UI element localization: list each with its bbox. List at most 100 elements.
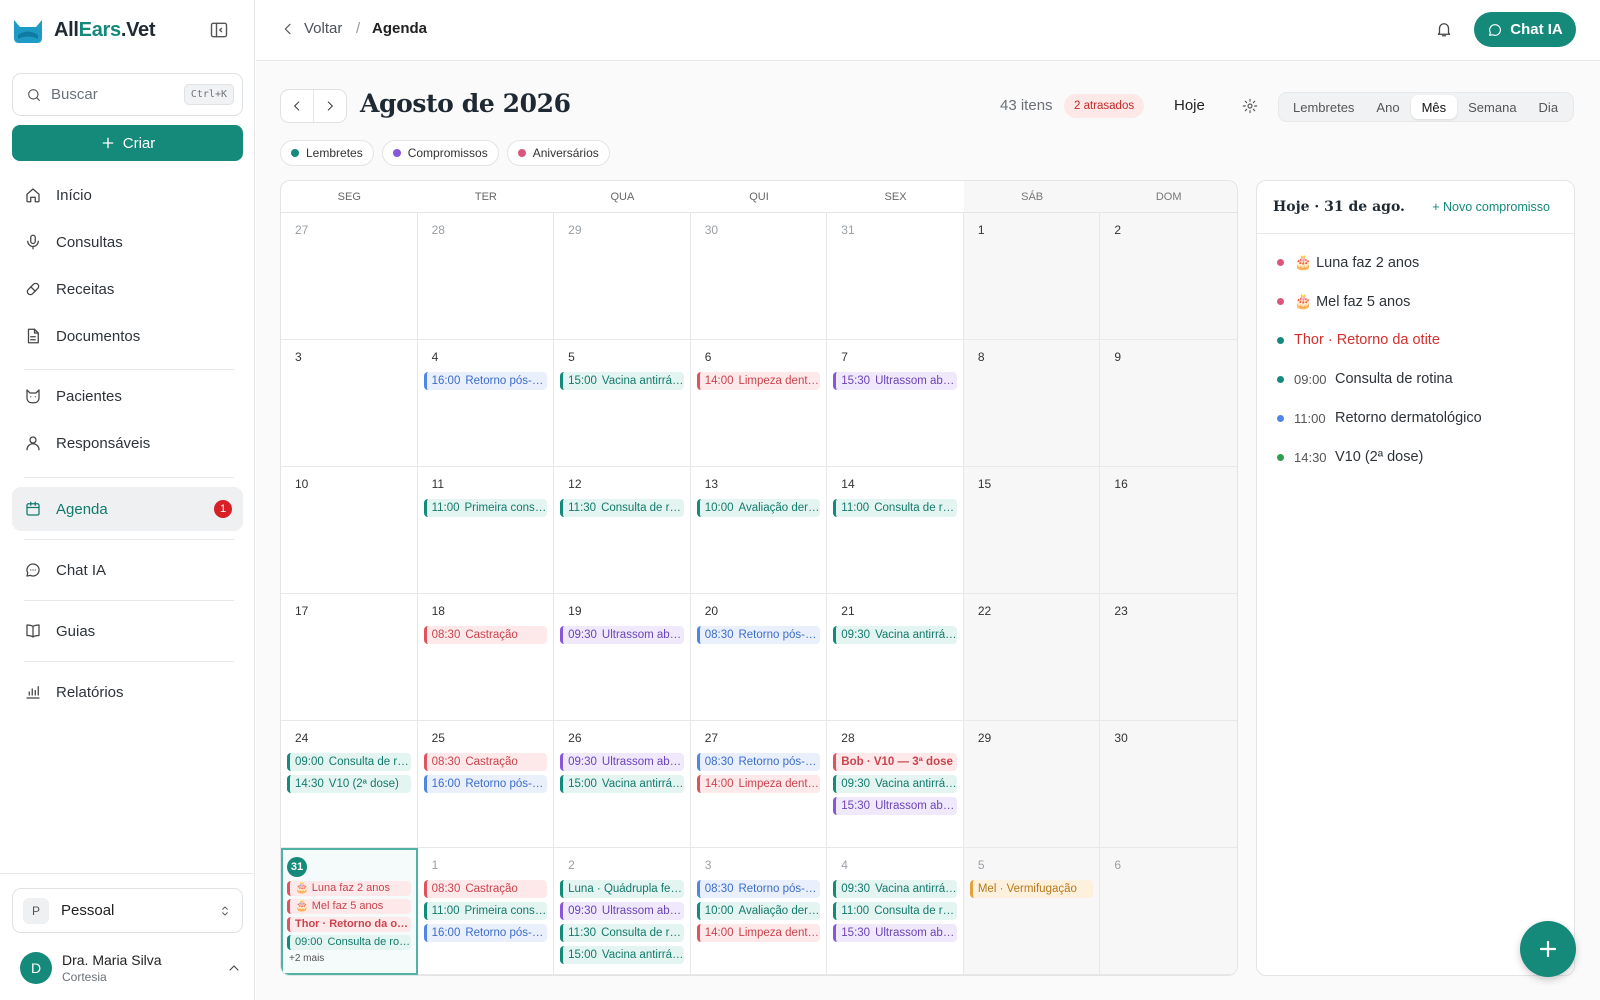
nav-receitas[interactable]: Receitas (12, 267, 243, 311)
calendar-event[interactable]: Thor · Retorno da otite (287, 917, 411, 932)
calendar-event[interactable]: 08:30 Castração (423, 753, 548, 771)
calendar-event[interactable]: 08:30 Retorno pós-cirúrgico (696, 880, 821, 898)
day-cell[interactable]: 14 11:00 Consulta de rotina (827, 467, 964, 594)
day-cell[interactable]: 23 (1100, 594, 1237, 721)
day-cell[interactable]: 11 11:00 Primeira consulta (417, 467, 555, 594)
calendar-event[interactable]: 15:00 Vacina antirrábica (560, 372, 684, 390)
view-tab-ano[interactable]: Ano (1365, 95, 1410, 119)
day-cell[interactable]: 24 09:00 Consulta de rotina 14:30 V10 (2ª do… (281, 721, 418, 848)
calendar-event[interactable]: 09:00 Consulta de rotina (287, 753, 411, 771)
day-cell[interactable]: 15 (963, 467, 1101, 594)
calendar-event[interactable]: 09:00 Consulta de rotina (287, 935, 411, 950)
nav-relatorios[interactable]: Relatórios (12, 670, 243, 714)
calendar-event[interactable]: 11:00 Consulta de rotina (833, 499, 957, 517)
previous-month-button[interactable] (281, 90, 313, 122)
calendar-event[interactable]: 09:30 Ultrassom abdominal (560, 753, 684, 771)
calendar-event[interactable]: 15:30 Ultrassom abdominal (833, 797, 957, 815)
day-cell[interactable]: 26 09:30 Ultrassom abdominal 15:00 Vacina an… (554, 721, 691, 848)
calendar-event[interactable]: 16:00 Retorno pós-cirúrgico (423, 372, 548, 390)
back-button[interactable]: Voltar (280, 20, 342, 37)
next-month-button[interactable] (313, 90, 346, 122)
calendar-event[interactable]: 09:30 Vacina antirrábica (833, 626, 957, 644)
calendar-event[interactable]: Bob · V10 — 3ª dose (833, 753, 957, 771)
calendar-event[interactable]: 08:30 Retorno pós-cirúrgico (696, 753, 821, 771)
calendar-event[interactable]: 09:30 Vacina antirrábica (833, 880, 957, 898)
calendar-event[interactable]: 09:30 Ultrassom abdominal (560, 902, 684, 920)
calendar-event[interactable]: 14:00 Limpeza dentária (696, 775, 821, 793)
calendar-event[interactable]: 14:30 V10 (2ª dose) (287, 775, 411, 793)
create-button[interactable]: Criar (12, 125, 243, 161)
chat-ia-button[interactable]: Chat IA (1474, 12, 1576, 47)
calendar-event[interactable]: 09:30 Vacina antirrábica (833, 775, 957, 793)
day-cell[interactable]: 20 08:30 Retorno pós-cirúrgico (690, 594, 828, 721)
calendar-event[interactable]: 16:00 Retorno pós-cirúrgico (423, 924, 548, 942)
calendar-event[interactable]: 🎂 Mel faz 5 anos (287, 899, 411, 914)
today-button[interactable]: Hoje (1174, 97, 1205, 114)
calendar-event[interactable]: 11:00 Primeira consulta (423, 902, 548, 920)
day-cell[interactable]: 12 11:30 Consulta de rotina (554, 467, 691, 594)
day-cell[interactable]: 25 08:30 Castração 16:00 Retorno pós-cirúrgi… (417, 721, 555, 848)
calendar-event[interactable]: 11:00 Consulta de rotina (833, 902, 957, 920)
calendar-event[interactable]: 15:00 Vacina antirrábica (560, 775, 684, 793)
add-fab-button[interactable] (1520, 921, 1576, 977)
nav-consultas[interactable]: Consultas (12, 220, 243, 264)
today-agenda-item[interactable]: 09:00 Consulta de rotina (1277, 368, 1453, 390)
day-cell[interactable]: 9 (1100, 340, 1237, 467)
workspace-switcher[interactable]: P Pessoal (12, 888, 243, 933)
view-tab-semana[interactable]: Semana (1457, 95, 1527, 119)
nav-documentos[interactable]: Documentos (12, 314, 243, 358)
day-cell[interactable]: 21 09:30 Vacina antirrábica (827, 594, 964, 721)
day-cell[interactable]: 3 08:30 Retorno pós-cirúrgico 10:00 Avaliaçã… (690, 848, 828, 975)
day-cell[interactable]: 30 (1100, 721, 1237, 848)
day-cell[interactable]: 31 🎂 Luna faz 2 anos 🎂 Mel faz 5 anos Thor … (281, 848, 418, 975)
day-cell[interactable]: 29 (554, 213, 691, 340)
new-appointment-link[interactable]: + Novo compromisso (1432, 200, 1550, 214)
overdue-badge[interactable]: 2 atrasados (1064, 94, 1145, 118)
calendar-event[interactable]: 15:00 Vacina antirrábica (560, 946, 684, 964)
day-cell[interactable]: 27 (281, 213, 418, 340)
today-agenda-item[interactable]: 🎂 Mel faz 5 anos (1277, 290, 1410, 312)
today-agenda-item[interactable]: 14:30 V10 (2ª dose) (1277, 446, 1423, 468)
calendar-event[interactable]: 16:00 Retorno pós-cirúrgico (423, 775, 548, 793)
brand[interactable]: AllEars.Vet (12, 16, 156, 44)
today-agenda-item[interactable]: 11:00 Retorno dermatológico (1277, 407, 1482, 429)
day-cell[interactable]: 1 08:30 Castração 11:00 Primeira consulta 16:… (417, 848, 555, 975)
filter-lembretes[interactable]: Lembretes (280, 140, 374, 166)
day-cell[interactable]: 6 14:00 Limpeza dentária (690, 340, 828, 467)
search-box[interactable]: Ctrl+K (12, 73, 243, 116)
calendar-event[interactable]: 11:00 Primeira consulta (423, 499, 548, 517)
day-cell[interactable]: 31 (827, 213, 964, 340)
day-cell[interactable]: 1 (963, 213, 1101, 340)
day-cell[interactable]: 3 (281, 340, 418, 467)
calendar-event[interactable]: 14:00 Limpeza dentária (696, 372, 821, 390)
calendar-event[interactable]: 08:30 Castração (423, 626, 548, 644)
today-agenda-item[interactable]: 🎂 Luna faz 2 anos (1277, 251, 1419, 273)
day-cell[interactable]: 28 Bob · V10 — 3ª dose 09:30 Vacina antirrá… (827, 721, 964, 848)
day-cell[interactable]: 5 15:00 Vacina antirrábica (554, 340, 691, 467)
nav-inicio[interactable]: Início (12, 173, 243, 217)
calendar-event[interactable]: 10:00 Avaliação dermatológica (696, 499, 821, 517)
view-tab-mes[interactable]: Mês (1410, 95, 1458, 119)
settings-gear-icon[interactable] (1242, 98, 1258, 114)
day-cell[interactable]: 7 15:30 Ultrassom abdominal (827, 340, 964, 467)
calendar-event[interactable]: Luna · Quádrupla felina (560, 880, 684, 898)
day-cell[interactable]: 5 Mel · Vermifugação (963, 848, 1101, 975)
calendar-event[interactable]: 15:30 Ultrassom abdominal (833, 924, 957, 942)
filter-compromissos[interactable]: Compromissos (381, 140, 499, 166)
day-cell[interactable]: 10 (281, 467, 418, 594)
nav-chat-ia[interactable]: Chat IA (12, 548, 243, 592)
calendar-event[interactable]: Mel · Vermifugação (969, 880, 1094, 898)
nav-agenda[interactable]: Agenda 1 (12, 487, 243, 531)
day-cell[interactable]: 6 (1100, 848, 1237, 975)
filter-aniversarios[interactable]: Aniversários (506, 140, 610, 166)
day-cell[interactable]: 19 09:30 Ultrassom abdominal (554, 594, 691, 721)
view-tab-lembretes[interactable]: Lembretes (1282, 95, 1365, 119)
user-menu[interactable]: D Dra. Maria Silva Cortesia (20, 948, 242, 988)
day-cell[interactable]: 18 08:30 Castração (417, 594, 555, 721)
calendar-event[interactable]: 09:30 Ultrassom abdominal (560, 626, 684, 644)
view-tab-dia[interactable]: Dia (1528, 95, 1570, 119)
day-cell[interactable]: 30 (690, 213, 828, 340)
day-cell[interactable]: 8 (963, 340, 1101, 467)
day-cell[interactable]: 4 16:00 Retorno pós-cirúrgico (417, 340, 555, 467)
calendar-event[interactable]: 08:30 Castração (423, 880, 548, 898)
